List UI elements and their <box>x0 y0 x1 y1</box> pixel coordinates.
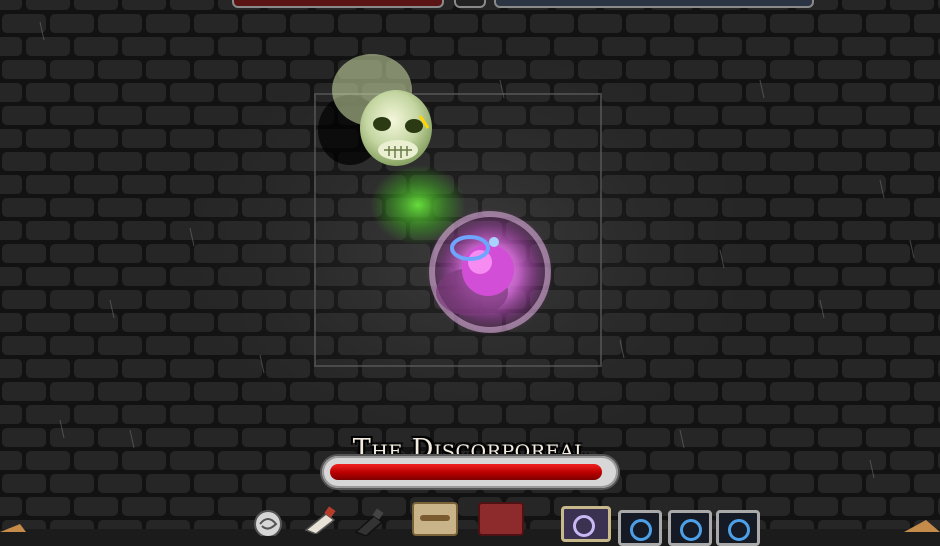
ring-skill-icon <box>728 519 750 541</box>
scroll-icon[interactable] <box>250 506 286 536</box>
hud-corner-right <box>904 520 940 532</box>
player-character <box>426 208 554 336</box>
hook-skill-icon <box>573 515 595 537</box>
bomb-icon[interactable] <box>352 506 390 536</box>
player-health-bar <box>232 0 444 8</box>
hook-skill-slot[interactable] <box>561 506 611 542</box>
ring-skill-icon <box>680 519 702 541</box>
boss-health-fill <box>330 464 602 480</box>
hud-corner-left <box>0 524 26 532</box>
rope-item-slot[interactable] <box>412 502 458 536</box>
status-slot <box>454 0 486 8</box>
ring-skill-slot[interactable] <box>668 510 712 546</box>
ring-skill-slot[interactable] <box>618 510 662 546</box>
ring-skill-slot[interactable] <box>716 510 760 546</box>
tome-item-slot[interactable] <box>478 502 524 536</box>
player-mana-bar <box>494 0 814 8</box>
boss-health-bar <box>322 456 618 488</box>
ring-skill-icon <box>630 519 652 541</box>
potion-icon[interactable] <box>300 504 342 534</box>
